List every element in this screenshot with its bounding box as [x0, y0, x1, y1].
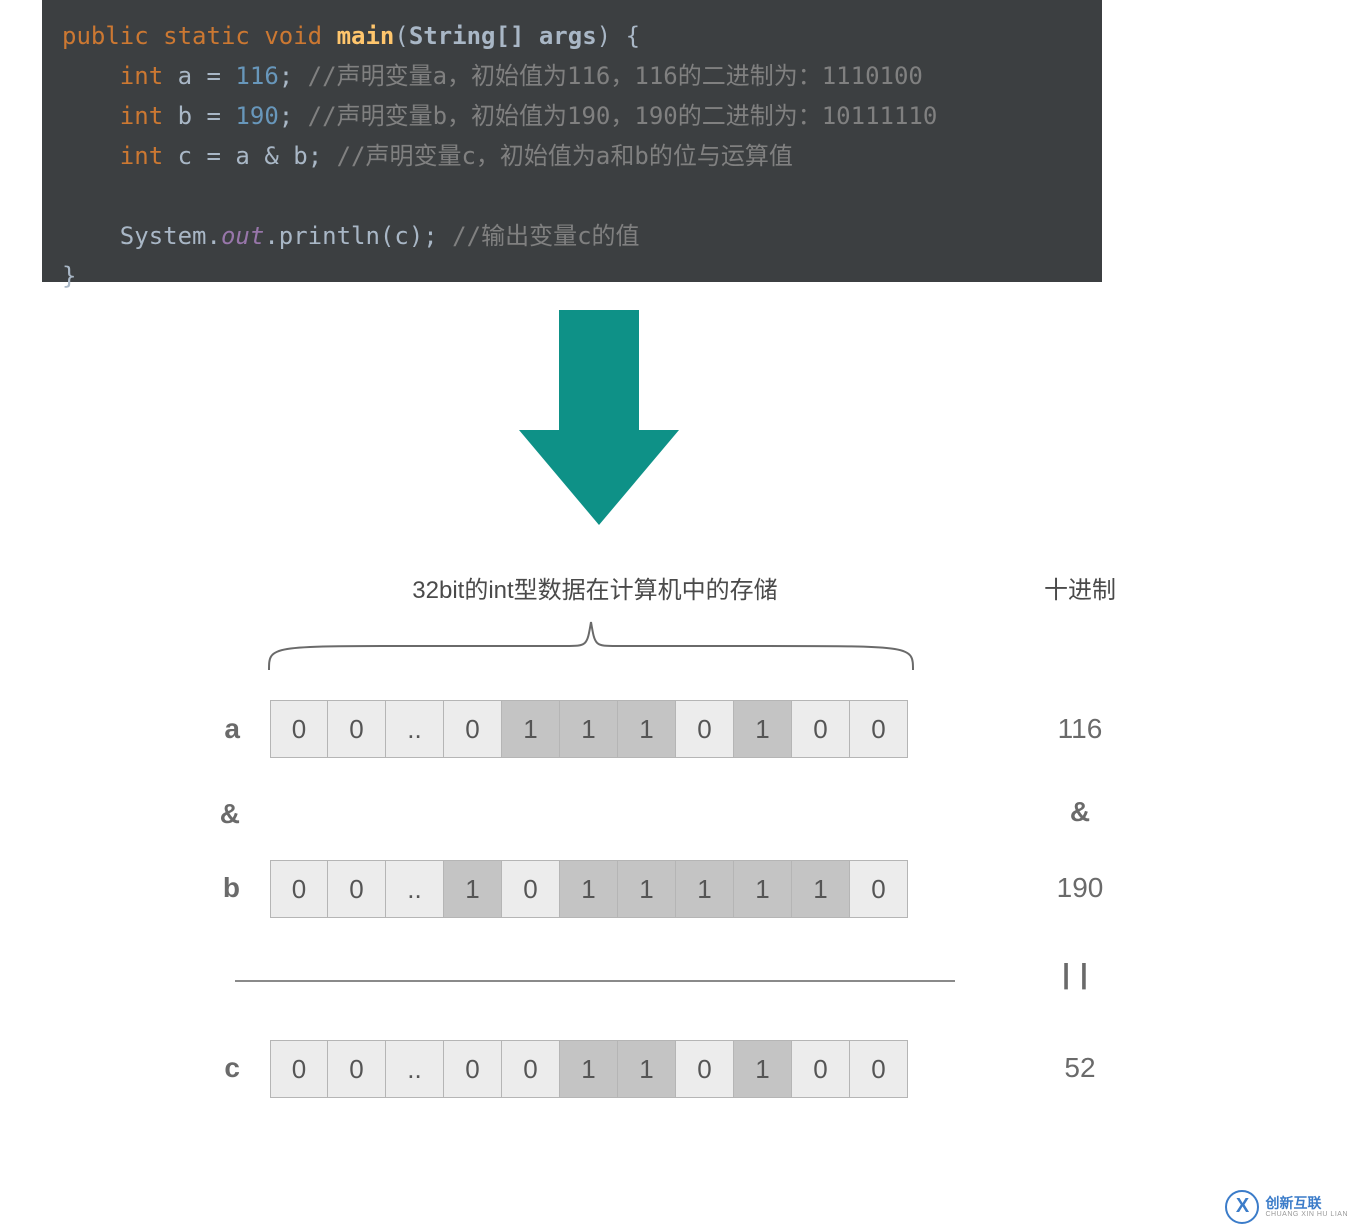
- code-line-b: int b = 190; //声明变量b，初始值为190，190的二进制为：10…: [62, 96, 1082, 136]
- bit-cell: 0: [792, 700, 850, 758]
- bit-cell: 0: [850, 700, 908, 758]
- code-line-c: int c = a & b; //声明变量c，初始值为a和b的位与运算值: [62, 136, 1082, 176]
- dec-op: &: [1000, 796, 1160, 828]
- bit-cell: 0: [502, 1040, 560, 1098]
- bit-cell: 0: [792, 1040, 850, 1098]
- bit-cell: 0: [444, 700, 502, 758]
- code-line-a: int a = 116; //声明变量a，初始值为116，116的二进制为：11…: [62, 56, 1082, 96]
- code-line-blank: [62, 176, 1082, 216]
- bits-b: 00..10111110: [270, 860, 908, 918]
- bit-cell: 0: [270, 1040, 328, 1098]
- bit-cell: 0: [676, 700, 734, 758]
- bit-cell: 0: [444, 1040, 502, 1098]
- dec-c: 52: [1000, 1052, 1160, 1084]
- bit-cell: 0: [328, 700, 386, 758]
- row-a-label: a: [180, 713, 240, 745]
- bit-cell: 0: [676, 1040, 734, 1098]
- bit-cell: 1: [502, 700, 560, 758]
- diagram-title: 32bit的int型数据在计算机中的存储: [300, 570, 890, 605]
- bit-cell: 1: [560, 700, 618, 758]
- bit-cell: 0: [850, 1040, 908, 1098]
- dec-a: 116: [1000, 713, 1160, 745]
- bit-cell: 0: [270, 700, 328, 758]
- bit-cell: 1: [676, 860, 734, 918]
- code-block: public static void main(String[] args) {…: [42, 0, 1102, 282]
- bit-cell: ..: [386, 860, 444, 918]
- bit-cell: 1: [792, 860, 850, 918]
- kw-void: void: [264, 22, 322, 50]
- bit-cell: 0: [850, 860, 908, 918]
- bit-cell: 0: [502, 860, 560, 918]
- row-op-label: &: [180, 798, 240, 830]
- bit-cell: 1: [444, 860, 502, 918]
- bit-cell: 1: [560, 1040, 618, 1098]
- canvas: public static void main(String[] args) {…: [0, 0, 1358, 1230]
- kw-static: static: [163, 22, 250, 50]
- bit-cell: 1: [618, 860, 676, 918]
- watermark-text: 创新互联: [1265, 1196, 1348, 1211]
- down-arrow-icon: [519, 310, 679, 525]
- open-brace: {: [626, 22, 640, 50]
- bits-c: 00..00110100: [270, 1040, 908, 1098]
- bit-cell: 0: [328, 1040, 386, 1098]
- dec-b: 190: [1000, 872, 1160, 904]
- bit-cell: 1: [560, 860, 618, 918]
- fn-main: main: [337, 22, 395, 50]
- bit-cell: 1: [734, 1040, 792, 1098]
- kw-public: public: [62, 22, 149, 50]
- bit-cell: 0: [270, 860, 328, 918]
- curly-brace-icon: [265, 616, 917, 674]
- row-c-label: c: [180, 1052, 240, 1084]
- bit-cell: 0: [328, 860, 386, 918]
- watermark-sub: CHUANG XIN HU LIAN: [1265, 1211, 1348, 1218]
- bit-cell: 1: [618, 1040, 676, 1098]
- bit-cell: ..: [386, 1040, 444, 1098]
- code-line-close: }: [62, 256, 1082, 296]
- divider-line: [235, 980, 955, 982]
- code-line-out: System.out.println(c); //输出变量c的值: [62, 216, 1082, 256]
- row-b-label: b: [180, 872, 240, 904]
- decimal-title: 十进制: [1000, 570, 1160, 605]
- param-type: String[]: [409, 22, 525, 50]
- bit-cell: 1: [734, 860, 792, 918]
- param-name: args: [539, 22, 597, 50]
- watermark: X 创新互联 CHUANG XIN HU LIAN: [1221, 1188, 1352, 1226]
- bits-a: 00..01110100: [270, 700, 908, 758]
- code-line-signature: public static void main(String[] args) {: [62, 16, 1082, 56]
- dec-eq: ||: [1000, 958, 1160, 990]
- bit-cell: 1: [734, 700, 792, 758]
- watermark-icon: X: [1225, 1190, 1259, 1224]
- bit-cell: 1: [618, 700, 676, 758]
- bit-cell: ..: [386, 700, 444, 758]
